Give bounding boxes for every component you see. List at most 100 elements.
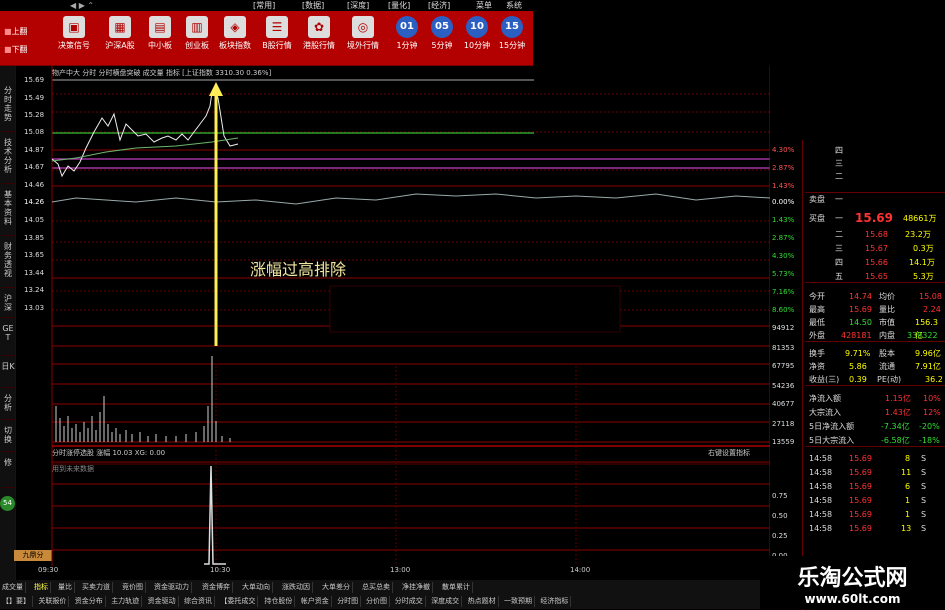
minute-15-icon: 15 bbox=[501, 16, 523, 38]
menu-quant[interactable]: [量化] bbox=[388, 0, 410, 11]
price-tick: 14.67 bbox=[24, 163, 45, 171]
sidebar-item-hushen[interactable]: 沪深 bbox=[1, 294, 15, 318]
bottom-tab[interactable]: 大单差分 bbox=[320, 582, 353, 593]
bottom-tab[interactable]: 分价图 bbox=[364, 596, 390, 607]
status-dot-icon[interactable]: 54 bbox=[0, 496, 15, 511]
bottom-tab[interactable]: 经济指标 bbox=[538, 596, 572, 607]
future-data-note: 用到未来数据 bbox=[52, 465, 94, 473]
price-tick: 15.28 bbox=[24, 111, 45, 119]
bottom-tab[interactable]: 量比 bbox=[56, 582, 75, 593]
page-down-button[interactable]: ■下翻 bbox=[4, 44, 40, 55]
bottom-tab[interactable]: 资金驱动力 bbox=[152, 582, 192, 593]
toolbar-hk-shares[interactable]: ✿ 港股行情 bbox=[297, 13, 341, 63]
bottom-tab[interactable]: 分时图 bbox=[335, 596, 362, 607]
bottom-tab[interactable]: 主力轨迹 bbox=[109, 596, 143, 607]
price-tick: 14.87 bbox=[24, 146, 45, 154]
bottom-tab[interactable]: 买卖力道 bbox=[80, 582, 113, 593]
nav-arrows-icon[interactable]: ◀ ▶ ⌃ bbox=[70, 0, 94, 11]
bottom-tab[interactable]: 分时成交 bbox=[393, 596, 426, 607]
quote-row: 最低 14.50 市值 156.3亿 bbox=[809, 318, 938, 340]
tick-row: 14:58 15.69 1 S bbox=[809, 496, 927, 505]
bottom-tab[interactable]: 大单动向 bbox=[240, 582, 273, 593]
menu-menu[interactable]: 菜单 bbox=[476, 0, 492, 11]
bottom-tab[interactable]: 资金博弈 bbox=[200, 582, 233, 593]
menu-system[interactable]: 系统 bbox=[506, 0, 522, 11]
sell-level-1: 卖盘一 bbox=[805, 192, 945, 205]
flow-row: 大宗流入 1.43亿 12% bbox=[809, 408, 941, 417]
indicator-settings-link[interactable]: 右键设置指标 bbox=[708, 448, 750, 458]
sidebar-item-technical[interactable]: 技术分析 bbox=[1, 138, 15, 184]
toolbar-b-shares[interactable]: ☰ B股行情 bbox=[255, 13, 299, 63]
toolbar-decision-signal[interactable]: ▣ 决策信号 bbox=[52, 13, 96, 63]
bottom-tab[interactable]: 一致预期 bbox=[502, 596, 535, 607]
sell-level-3: 三 bbox=[835, 159, 843, 168]
bottom-tab[interactable]: 散单累计 bbox=[440, 582, 473, 593]
sell-level-4: 四 bbox=[835, 146, 843, 155]
price-tick: 13.44 bbox=[24, 269, 45, 277]
quote-row: 换手 9.71% 股本 9.96亿 bbox=[809, 349, 941, 358]
price-tick: 13.03 bbox=[24, 304, 45, 312]
sector-icon: ◈ bbox=[224, 16, 246, 38]
bottom-tab[interactable]: 关联报价 bbox=[36, 596, 70, 607]
bottom-tab[interactable]: 涨跌动因 bbox=[280, 582, 313, 593]
sell-level-2: 二 bbox=[835, 172, 843, 181]
price-tick: 14.26 bbox=[24, 198, 45, 206]
menu-economy[interactable]: [经济] bbox=[428, 0, 450, 11]
sidebar-item-switch[interactable]: 切换 bbox=[1, 426, 15, 452]
price-tick: 13.85 bbox=[24, 234, 45, 242]
bottom-tab[interactable]: 持仓股份 bbox=[262, 596, 296, 607]
pct-tick: 1.43% bbox=[772, 182, 795, 190]
chart-icon: ▥ bbox=[186, 16, 208, 38]
flow-row: 净流入额 1.15亿 10% bbox=[809, 394, 941, 403]
sidebar-item-fix[interactable]: 修 bbox=[1, 458, 15, 488]
volume-tick: 94912 bbox=[772, 324, 795, 332]
time-label: 14:00 bbox=[570, 566, 591, 574]
bottom-tab[interactable]: 资金驱动 bbox=[146, 596, 179, 607]
toolbar-overseas[interactable]: ◎ 境外行情 bbox=[341, 13, 385, 63]
toolbar-sector-index[interactable]: ◈ 板块指数 bbox=[213, 13, 257, 63]
price-tick: 15.69 bbox=[24, 76, 45, 84]
sidebar-item-intraday[interactable]: 分时走势 bbox=[1, 86, 15, 132]
minute-10-icon: 10 bbox=[466, 16, 488, 38]
bottom-tab[interactable]: 【委托成交 bbox=[218, 596, 259, 607]
bottom-tab[interactable]: 深度成交 bbox=[429, 596, 463, 607]
tv-icon: ▣ bbox=[63, 16, 85, 38]
price-tick: 13.24 bbox=[24, 286, 45, 294]
time-label: 10:30 bbox=[210, 566, 231, 574]
quote-row: 收益(三) 0.39 PE(动) 36.2 bbox=[805, 373, 945, 386]
bottom-tab[interactable]: 总买总卖 bbox=[360, 582, 393, 593]
menu-common[interactable]: [常用] bbox=[253, 0, 275, 11]
time-label: 09:30 bbox=[38, 566, 59, 574]
sidebar-item-dayk[interactable]: 日K bbox=[1, 362, 15, 388]
sidebar-item-fundamentals[interactable]: 基本资料 bbox=[1, 190, 15, 236]
buy-level-2: 二 15.68 23.2万 bbox=[835, 230, 931, 239]
sidebar-item-get[interactable]: GET bbox=[1, 324, 15, 356]
menubar: [常用] [数据] [深度] [量化] [经济] 菜单 系统 ◀ ▶ ⌃ bbox=[0, 0, 945, 11]
toolbar-a-shares[interactable]: ▦ 沪深A股 bbox=[98, 13, 142, 63]
sidebar-item-finance[interactable]: 财务透视 bbox=[1, 242, 15, 288]
bottom-tab[interactable]: 帐户资金 bbox=[299, 596, 332, 607]
intraday-chart[interactable]: 物产中大 分时 分时横盘突破 成交量 指标 [上证指数 3310.30 0.36… bbox=[16, 66, 770, 574]
bottom-tab[interactable]: 综合资讯 bbox=[182, 596, 215, 607]
flow-row: 5日大宗流入 -6.58亿 -18% bbox=[805, 434, 945, 447]
time-label: 13:00 bbox=[390, 566, 411, 574]
chart-header: 物产中大 分时 分时横盘突破 成交量 指标 [上证指数 3310.30 0.36… bbox=[52, 69, 272, 77]
bottom-tab[interactable]: 【】要】 bbox=[0, 596, 33, 607]
menu-data[interactable]: [数据] bbox=[302, 0, 324, 11]
page-down-icon: ■ bbox=[4, 45, 12, 54]
toolbar-15min[interactable]: 15 15分钟 bbox=[490, 13, 534, 63]
bottom-tab[interactable]: 指标 bbox=[32, 582, 51, 593]
bottom-tab[interactable]: 热点题材 bbox=[466, 596, 499, 607]
sub-tick: 0.25 bbox=[772, 532, 788, 540]
price-tick: 13.65 bbox=[24, 251, 45, 259]
bottom-tab[interactable]: 竞价图 bbox=[120, 582, 146, 593]
pct-tick: 4.30% bbox=[772, 252, 795, 260]
sidebar-item-analysis[interactable]: 分析 bbox=[1, 394, 15, 420]
menu-depth[interactable]: [深度] bbox=[347, 0, 369, 11]
pct-tick: 8.60% bbox=[772, 306, 795, 314]
bottom-tab[interactable]: 资金分布 bbox=[73, 596, 106, 607]
bottom-tab[interactable]: 成交量 bbox=[0, 582, 26, 593]
page-up-button[interactable]: ■上翻 bbox=[4, 26, 40, 37]
toolbar: ■上翻 ■下翻 ▣ 决策信号 ▦ 沪深A股 ▤ 中小板 ▥ 创业板 ◈ 板块指数 ☰ B股行… bbox=[0, 11, 533, 66]
bottom-tab[interactable]: 净挂净撤 bbox=[400, 582, 433, 593]
